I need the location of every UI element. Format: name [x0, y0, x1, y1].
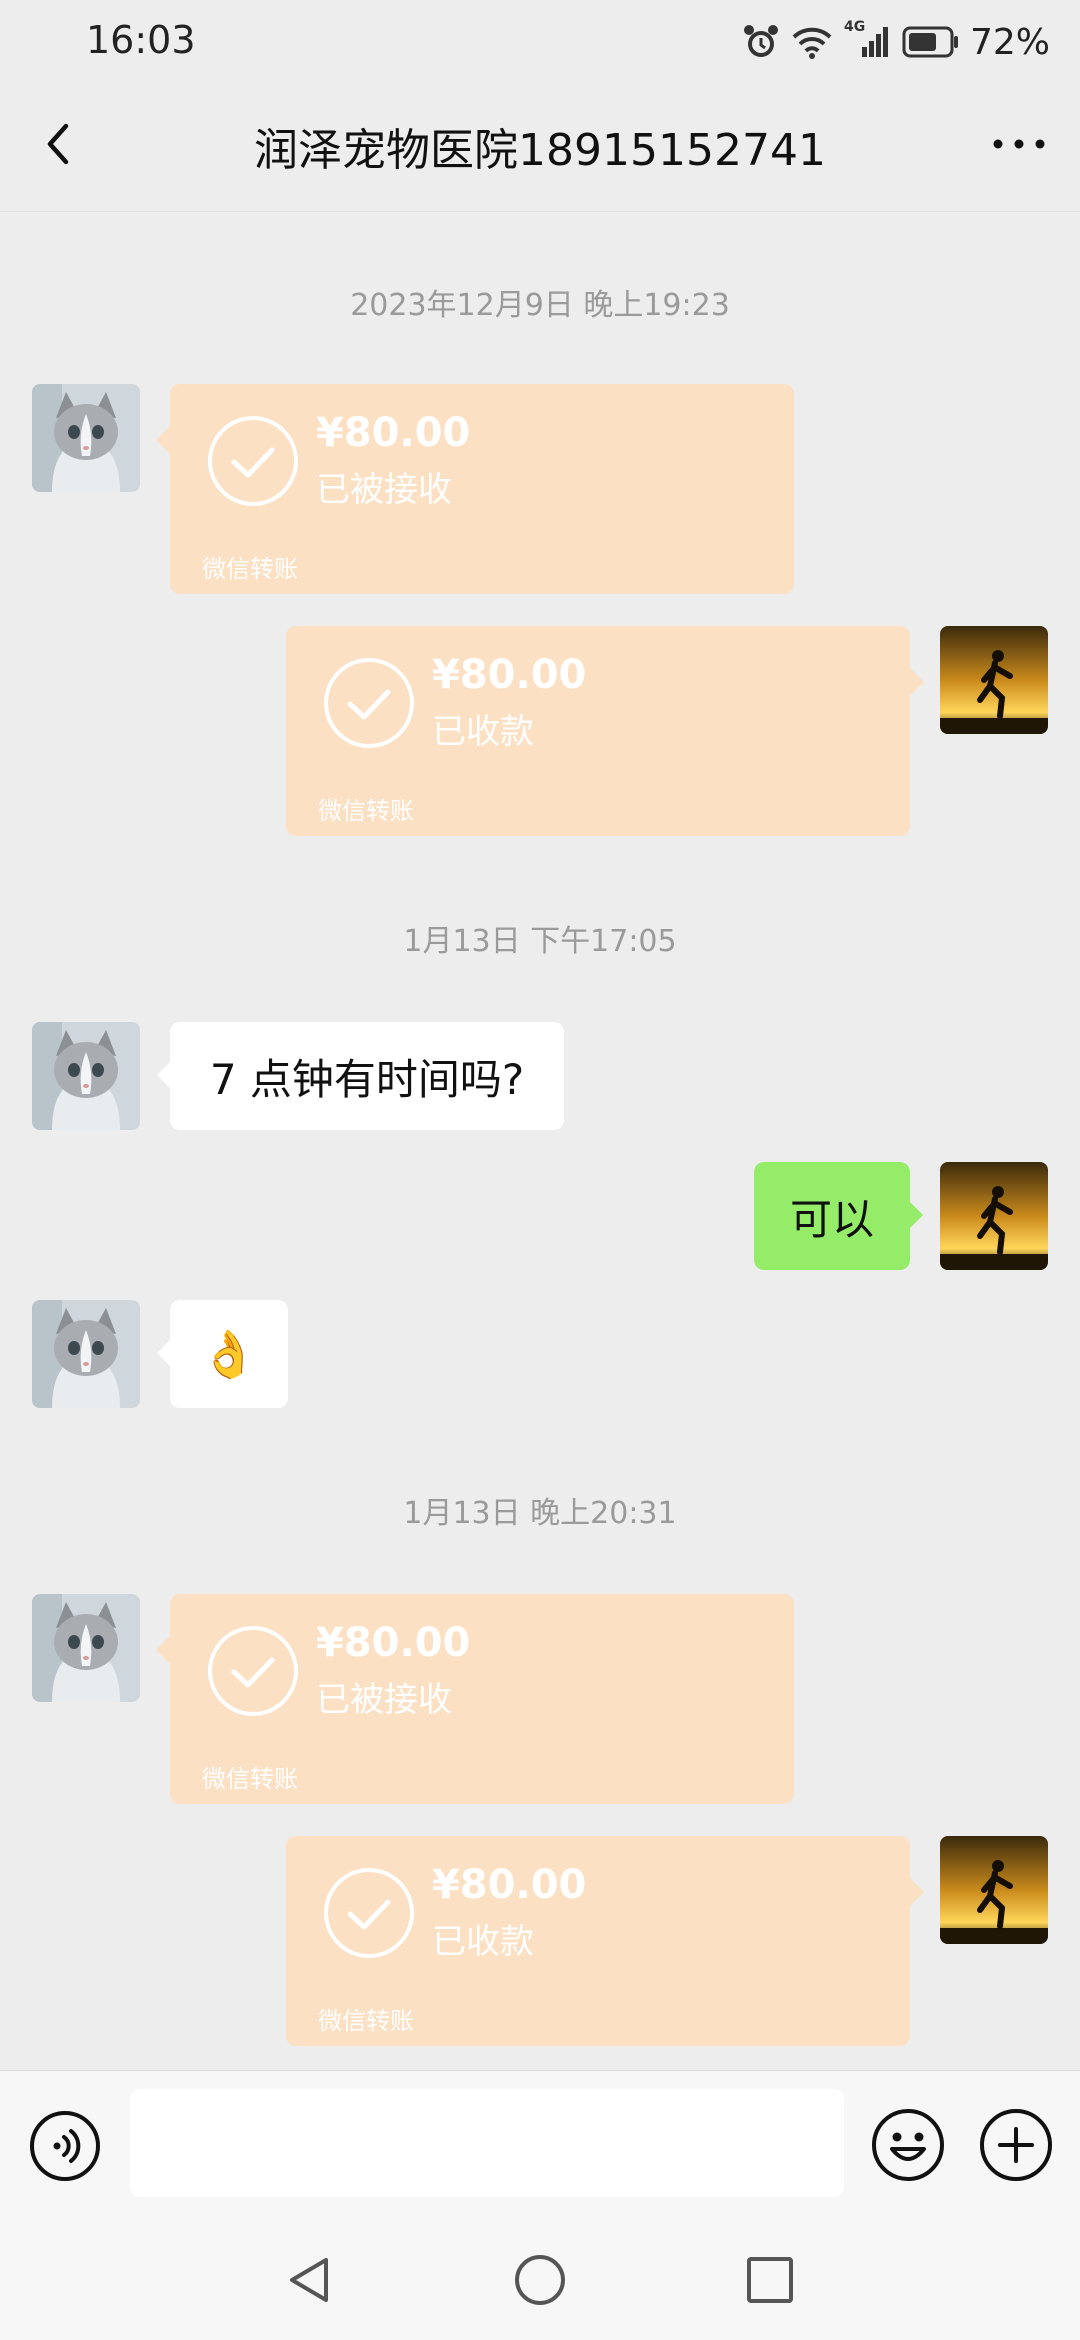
- status-bar: 16:03 4G 72%: [0, 0, 1080, 84]
- transfer-label: 微信转账: [202, 1765, 298, 1793]
- my-avatar[interactable]: [940, 1836, 1048, 1944]
- voice-button[interactable]: [28, 2109, 102, 2183]
- battery-percent: 72%: [969, 21, 1050, 63]
- check-circle-icon: [208, 416, 298, 506]
- system-back-button[interactable]: [282, 2252, 338, 2308]
- received-message[interactable]: 7 点钟有时间吗?: [157, 1022, 564, 1130]
- my-avatar[interactable]: [940, 1162, 1048, 1270]
- chat-title: 润泽宠物医院18915152741: [254, 125, 826, 176]
- transfer-card[interactable]: ¥80.00 已收款 微信转账: [286, 626, 924, 836]
- alarm-icon: [743, 25, 778, 57]
- contact-avatar[interactable]: [32, 384, 140, 492]
- check-circle-icon: [324, 1868, 414, 1958]
- input-bar: [0, 2070, 1080, 2220]
- transfer-label: 微信转账: [318, 2007, 414, 2035]
- message-text: 可以: [789, 1194, 874, 1244]
- contact-avatar[interactable]: [32, 1300, 140, 1408]
- transfer-card[interactable]: ¥80.00 已被接收 微信转账: [156, 384, 794, 594]
- plus-icon: [980, 2109, 1052, 2181]
- chevron-left-icon: [47, 123, 69, 165]
- status-time: 16:03: [86, 18, 196, 62]
- emoji-button[interactable]: [870, 2107, 946, 2183]
- circle-home-icon: [515, 2255, 565, 2305]
- received-message[interactable]: 👌: [157, 1300, 288, 1408]
- more-dots-icon: [993, 139, 1045, 149]
- chat-messages[interactable]: 2023年12月9日 晚上19:23 ¥80.00 已被接收 微信转账 ¥80.…: [0, 212, 1080, 2070]
- transfer-amount: ¥80.00: [432, 652, 587, 698]
- system-navigation-bar: [0, 2220, 1080, 2340]
- more-functions-button[interactable]: [978, 2107, 1054, 2183]
- system-recent-apps-button[interactable]: [742, 2252, 798, 2308]
- transfer-label: 微信转账: [318, 797, 414, 825]
- more-button[interactable]: [984, 114, 1054, 174]
- check-circle-icon: [208, 1626, 298, 1716]
- transfer-card[interactable]: ¥80.00 已被接收 微信转账: [156, 1594, 794, 1804]
- transfer-status: 已被接收: [316, 1680, 452, 1720]
- wifi-icon: [792, 27, 832, 59]
- ok-hand-emoji: 👌: [200, 1326, 258, 1381]
- cellular-signal-icon: 4G: [844, 19, 892, 61]
- check-circle-icon: [324, 658, 414, 748]
- back-button[interactable]: [30, 114, 90, 174]
- message-input[interactable]: [130, 2089, 844, 2197]
- message-timestamp: 1月13日 晚上20:31: [403, 1496, 677, 1531]
- transfer-status: 已收款: [432, 1922, 534, 1962]
- transfer-status: 已被接收: [316, 470, 452, 510]
- system-home-button[interactable]: [512, 2252, 568, 2308]
- message-text: 7 点钟有时间吗?: [209, 1054, 525, 1104]
- transfer-amount: ¥80.00: [316, 410, 471, 456]
- transfer-label: 微信转账: [202, 555, 298, 583]
- contact-avatar[interactable]: [32, 1594, 140, 1702]
- contact-avatar[interactable]: [32, 1022, 140, 1130]
- message-timestamp: 1月13日 下午17:05: [403, 924, 677, 959]
- emoji-icon: [872, 2109, 944, 2181]
- battery-icon: [902, 26, 958, 58]
- square-recent-icon: [747, 2257, 793, 2303]
- voice-icon: [30, 2111, 100, 2181]
- sent-message[interactable]: 可以: [754, 1162, 923, 1270]
- transfer-amount: ¥80.00: [316, 1620, 471, 1666]
- transfer-status: 已收款: [432, 712, 534, 752]
- message-timestamp: 2023年12月9日 晚上19:23: [350, 288, 730, 323]
- my-avatar[interactable]: [940, 626, 1048, 734]
- status-icons: 4G 72%: [742, 18, 1050, 66]
- transfer-card[interactable]: ¥80.00 已收款 微信转账: [286, 1836, 924, 2046]
- triangle-back-icon: [290, 2258, 328, 2302]
- chat-header: 润泽宠物医院18915152741: [0, 84, 1080, 212]
- transfer-amount: ¥80.00: [432, 1862, 587, 1908]
